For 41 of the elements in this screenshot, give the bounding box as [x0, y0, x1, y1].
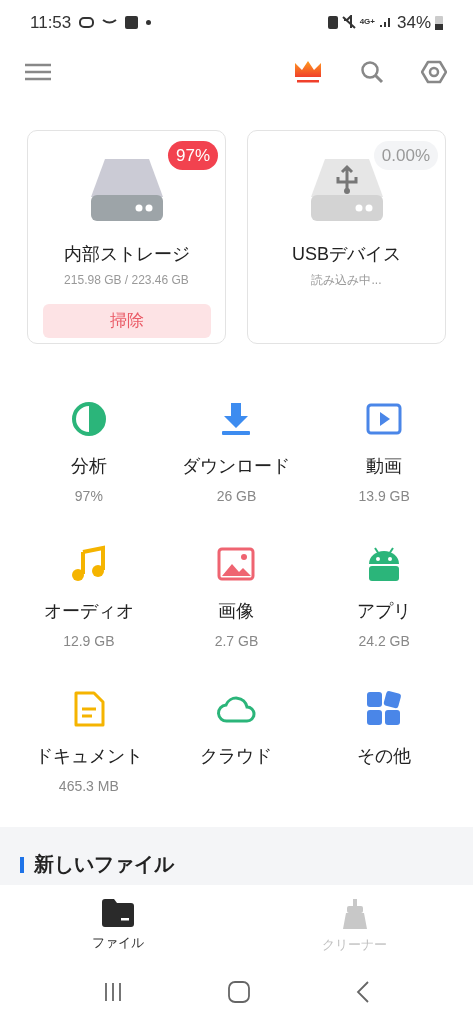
category-item[interactable]: アプリ 24.2 GB [310, 543, 458, 667]
battery-icon [435, 14, 443, 30]
gallery-icon [125, 15, 139, 29]
usage-badge: 97% [167, 140, 218, 171]
signal-icon [378, 15, 393, 30]
mute-icon [341, 15, 356, 30]
category-item[interactable]: クラウド [162, 688, 311, 812]
section-title: 新しいファイル [34, 852, 174, 878]
back-icon[interactable] [356, 981, 371, 1004]
network-type: 4G+ [359, 18, 375, 27]
nav-tab[interactable]: ファイル [0, 885, 237, 961]
search-icon [360, 60, 384, 85]
dot-icon [146, 19, 152, 25]
smile-icon [102, 19, 118, 26]
category-item[interactable]: オーディオ 12.9 GB [15, 543, 163, 667]
usb-drive-icon [310, 158, 383, 221]
folder-icon [102, 899, 135, 928]
battery-saver-icon [327, 15, 338, 29]
settings-icon [421, 60, 447, 85]
storage-name: 内部ストレージ [63, 242, 190, 266]
storage-detail: 読み込み中... [311, 271, 382, 289]
storage-detail: 215.98 GB / 223.46 GB [64, 271, 189, 289]
battery-level: 34% [396, 11, 431, 34]
broom-icon [340, 899, 369, 930]
category-item[interactable]: その他 [310, 688, 458, 812]
category-item[interactable]: 分析 97% [15, 398, 163, 522]
storage-name: USBデバイス [292, 242, 401, 266]
category-item[interactable]: ダウンロード 26 GB [162, 398, 311, 522]
category-item[interactable]: 動画 13.9 GB [310, 398, 458, 522]
storage-card[interactable]: 0.00% USBデバイス 読み込み中... [247, 129, 446, 344]
home-icon[interactable] [228, 981, 251, 1004]
category-item[interactable]: 画像 2.7 GB [162, 543, 311, 667]
usage-badge: 0.00% [373, 140, 438, 171]
recent-apps-icon[interactable] [102, 982, 123, 1003]
pill-icon [79, 16, 95, 28]
storage-card[interactable]: 97% 内部ストレージ 215.98 GB / 223.46 GB 掃除 [27, 129, 226, 344]
clock: 11:53 [30, 11, 72, 34]
menu-icon [25, 63, 51, 82]
crown-icon [295, 61, 321, 84]
category-item[interactable]: ドキュメント 465.3 MB [15, 688, 163, 812]
hard-drive-icon [90, 158, 163, 221]
